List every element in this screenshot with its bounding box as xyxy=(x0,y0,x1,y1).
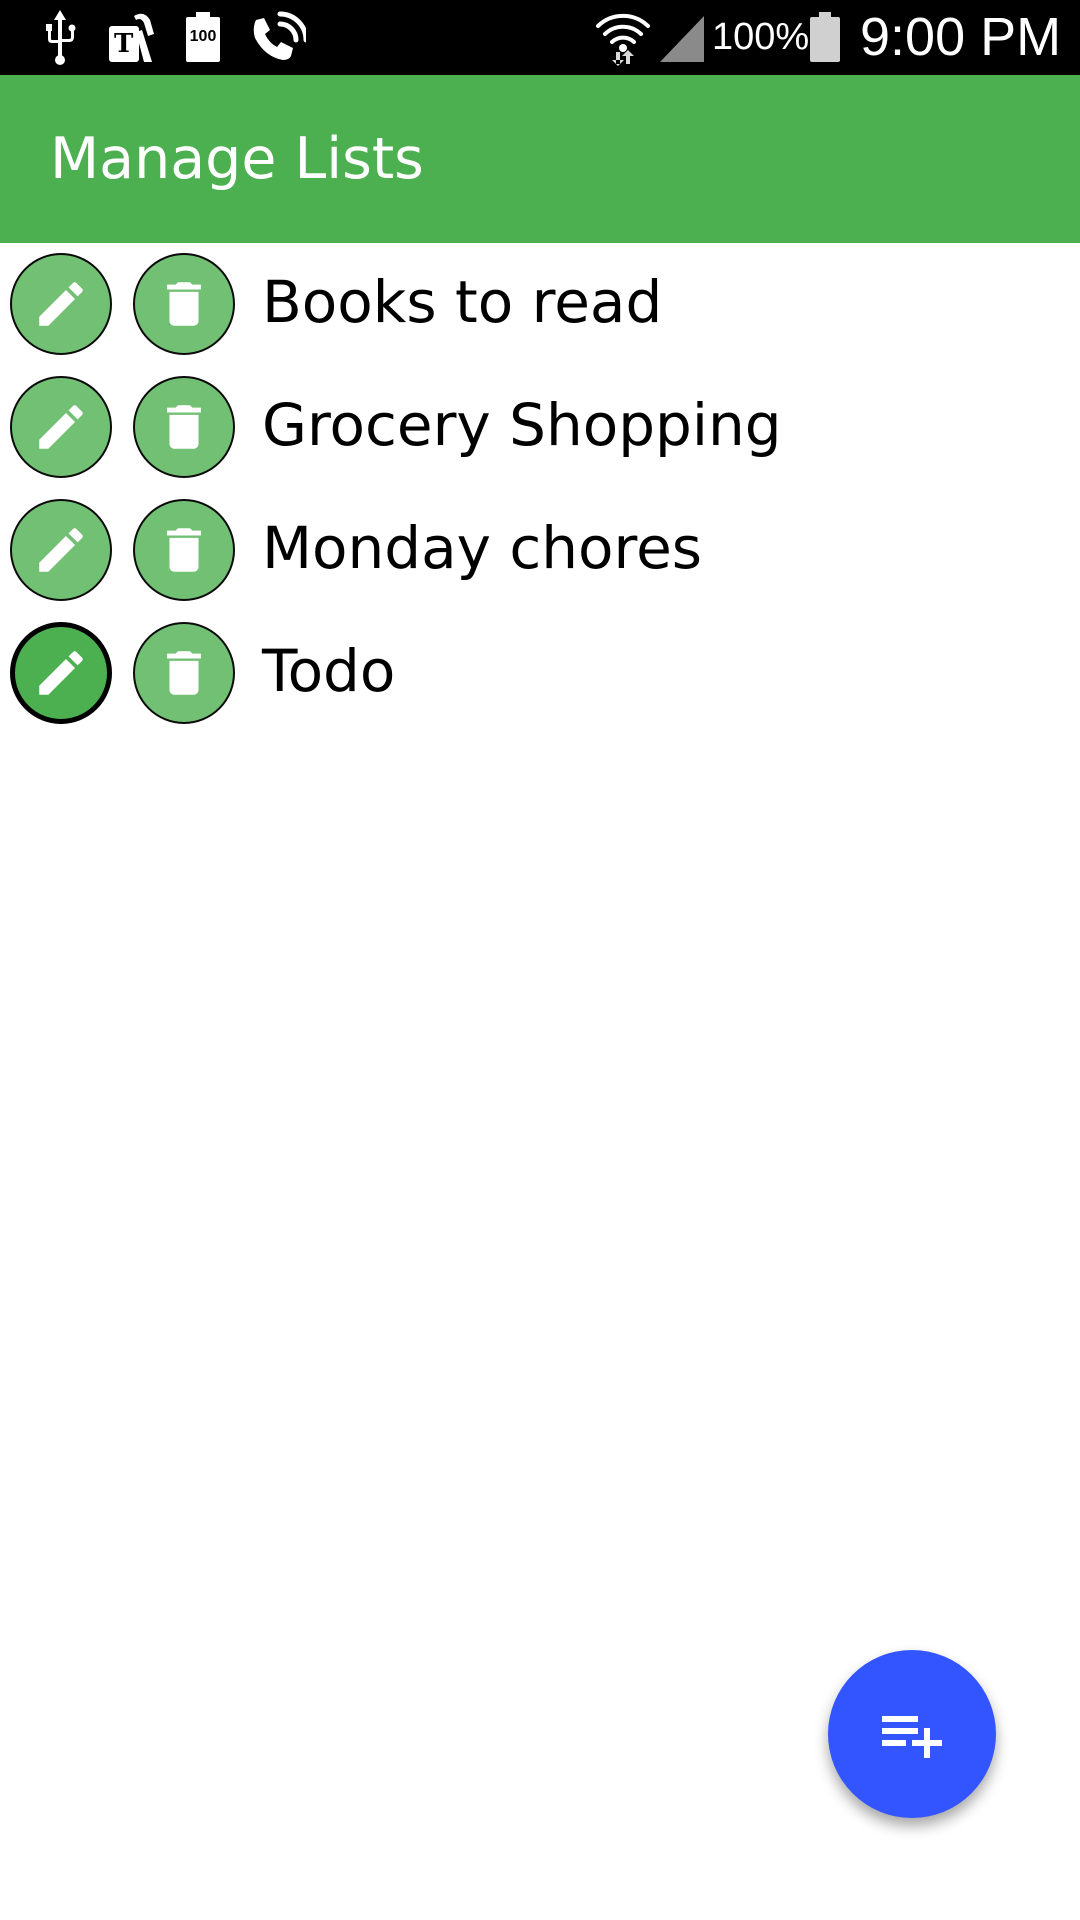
pencil-icon xyxy=(39,282,83,326)
trash-icon xyxy=(167,651,201,695)
app-bar: Manage Lists xyxy=(0,75,1080,243)
list-item: Books to read xyxy=(0,243,1080,366)
list-item: Monday chores xyxy=(0,489,1080,612)
battery-percent-text: 100% xyxy=(712,16,810,58)
trash-icon xyxy=(167,528,201,572)
page-title: Manage Lists xyxy=(50,126,424,192)
delete-list-button[interactable] xyxy=(133,622,235,724)
delete-list-button[interactable] xyxy=(133,499,235,601)
trash-icon xyxy=(167,282,201,326)
list-item: Grocery Shopping xyxy=(0,366,1080,489)
edit-list-button[interactable] xyxy=(10,253,112,355)
clock: 9:00 PM xyxy=(860,7,1062,67)
signal-icon xyxy=(660,16,704,62)
list-item-label[interactable]: Grocery Shopping xyxy=(262,366,782,484)
tmobile-glyph: T xyxy=(114,29,134,59)
list-item-label[interactable]: Monday chores xyxy=(262,489,702,607)
usb-icon xyxy=(46,10,76,65)
battery-saver-icon: 100 xyxy=(186,12,220,62)
wifi-calling-icon xyxy=(253,11,306,60)
list-item-label[interactable]: Todo xyxy=(262,612,395,730)
list-item: Todo xyxy=(0,612,1080,735)
pencil-icon xyxy=(39,405,83,449)
status-bar: T 100 100% 9:00 PM xyxy=(0,0,1080,75)
pencil-icon xyxy=(39,528,83,572)
playlist-add-icon xyxy=(882,1716,942,1758)
delete-list-button[interactable] xyxy=(133,376,235,478)
add-list-fab[interactable] xyxy=(828,1650,996,1818)
list-item-label[interactable]: Books to read xyxy=(262,243,662,361)
battery-icon xyxy=(810,12,840,62)
edit-list-button[interactable] xyxy=(10,499,112,601)
battery-saver-badge: 100 xyxy=(189,28,217,45)
edit-list-button[interactable] xyxy=(10,622,112,724)
delete-list-button[interactable] xyxy=(133,253,235,355)
pencil-icon xyxy=(39,651,83,695)
trash-icon xyxy=(167,405,201,449)
lists-container: Books to read Grocery Shopping Monday ch… xyxy=(0,243,1080,735)
edit-list-button[interactable] xyxy=(10,376,112,478)
wifi-icon xyxy=(596,13,650,66)
